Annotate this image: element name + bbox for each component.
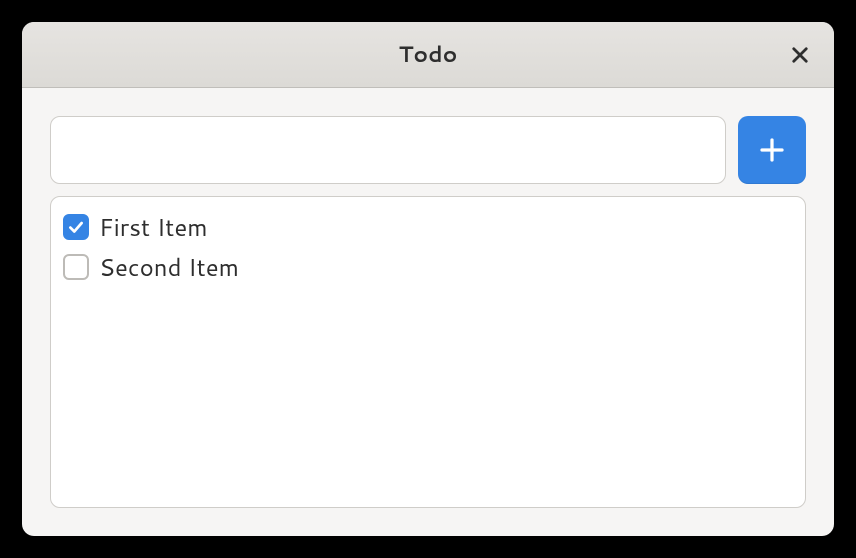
app-window: Todo First Item xyxy=(22,22,834,536)
checkbox[interactable] xyxy=(63,214,89,240)
window-title: Todo xyxy=(399,39,458,70)
new-item-input[interactable] xyxy=(50,116,726,184)
plus-icon xyxy=(757,135,787,165)
item-label: Second Item xyxy=(99,250,239,284)
content-area: First Item Second Item xyxy=(22,88,834,536)
titlebar: Todo xyxy=(22,22,834,88)
add-button[interactable] xyxy=(738,116,806,184)
input-row xyxy=(50,116,806,184)
checkbox[interactable] xyxy=(63,254,89,280)
list-item: Second Item xyxy=(63,247,793,287)
close-button[interactable] xyxy=(784,39,816,71)
item-label: First Item xyxy=(99,210,208,244)
close-icon xyxy=(790,45,810,65)
list-item: First Item xyxy=(63,207,793,247)
todo-list: First Item Second Item xyxy=(50,196,806,508)
check-icon xyxy=(67,218,85,236)
